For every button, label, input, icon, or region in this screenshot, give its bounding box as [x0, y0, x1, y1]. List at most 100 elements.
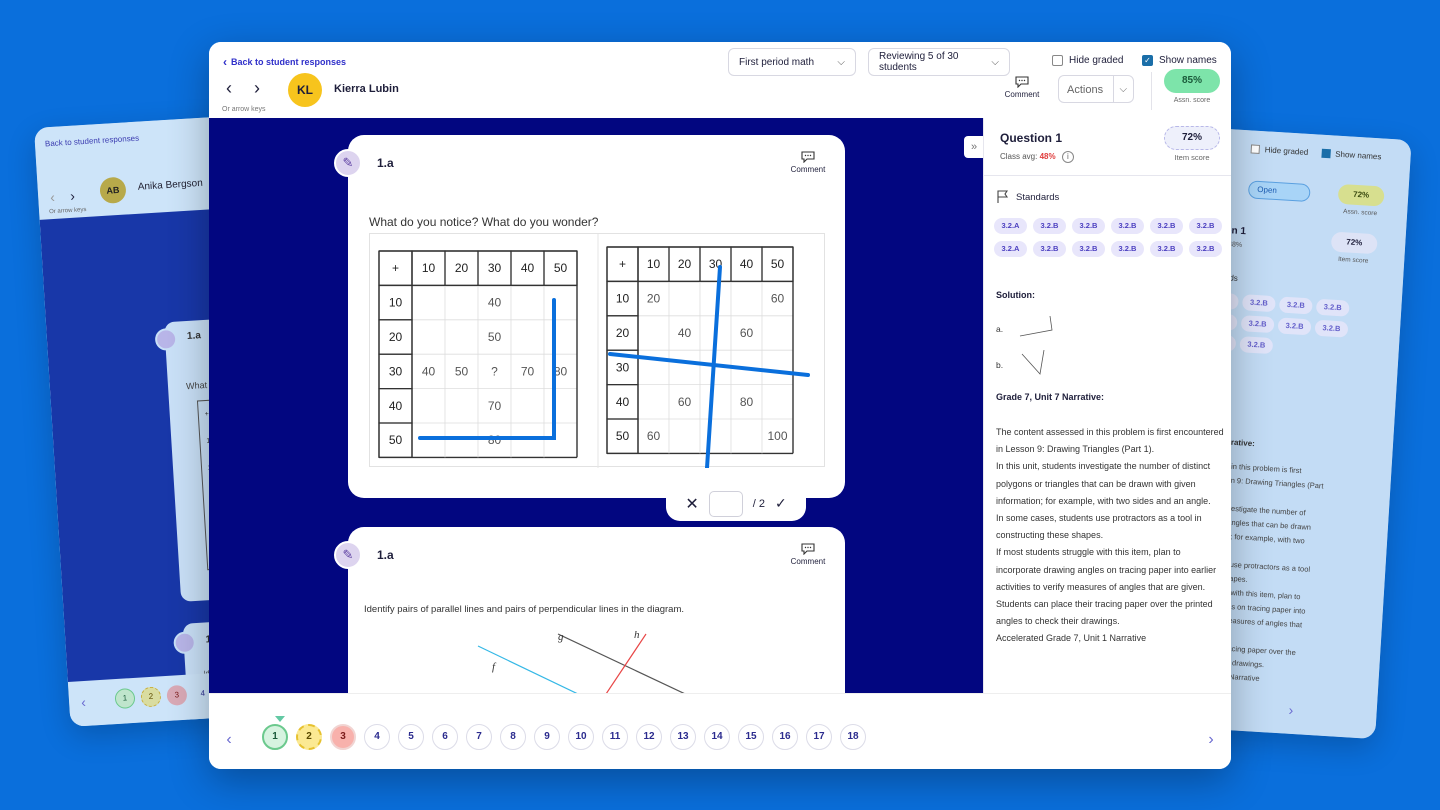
table-right-cell-value: 60 — [771, 292, 785, 306]
question-bubble-9[interactable]: 9 — [534, 724, 560, 750]
table-left-cell-value: 70 — [521, 364, 535, 378]
hide-graded-label: Hide graded — [1069, 55, 1124, 66]
question-bubble-4[interactable]: 4 — [364, 724, 390, 750]
lines-diagram: f g h — [477, 629, 685, 693]
annotation-stroke-2 — [705, 265, 722, 470]
pencil-icon[interactable]: ✎ — [334, 149, 362, 177]
table-left-cell-value: ? — [491, 364, 498, 378]
question-bubble-12[interactable]: 12 — [636, 724, 662, 750]
question-label: 1.a — [377, 156, 394, 170]
standard-chip[interactable]: 3.2.B — [1072, 241, 1105, 257]
class-average-value: 48% — [1039, 152, 1056, 161]
collapse-panel-button[interactable]: » — [964, 136, 984, 158]
prev-questions-button[interactable]: ‹ — [219, 731, 239, 749]
next-student-button[interactable]: › — [247, 78, 267, 100]
question-bubble-5[interactable]: 5 — [398, 724, 424, 750]
question-bubble-13[interactable]: 13 — [670, 724, 696, 750]
standard-chip[interactable]: 3.2.B — [1033, 218, 1066, 234]
table-right-cell-value: 100 — [767, 429, 787, 443]
standards-title: Standards — [1016, 191, 1060, 203]
question-text: What do you notice? What do you wonder? — [369, 215, 599, 229]
card-comment-label: Comment — [790, 557, 826, 566]
question-label: 1.a — [377, 548, 394, 562]
table-left-cell-value: 20 — [389, 330, 403, 344]
score-input[interactable] — [708, 490, 743, 517]
hide-graded-toggle[interactable]: Hide graded — [1052, 55, 1123, 66]
question-bubble-11[interactable]: 11 — [602, 724, 628, 750]
ghost-pencil-icon — [154, 327, 178, 351]
ghost-item-score: 72% — [1330, 231, 1378, 255]
hide-graded-checkbox[interactable] — [1052, 55, 1063, 66]
table-left-cell-value: 30 — [389, 364, 403, 378]
standard-chip[interactable]: 3.2.B — [1033, 241, 1066, 257]
ghost-student-name: Anika Bergson — [137, 177, 204, 193]
ghost-q-label: 1.a — [186, 330, 202, 343]
item-score-badge[interactable]: 72% — [1164, 126, 1220, 150]
ghost-bubble-3: 3 — [166, 684, 188, 706]
show-names-checkbox[interactable]: ✓ — [1142, 55, 1153, 66]
question-bubble-3[interactable]: 3 — [330, 724, 356, 750]
comment-button[interactable]: Comment — [999, 76, 1045, 99]
line-label-f: f — [492, 661, 497, 673]
back-link-label: Back to student responses — [231, 57, 347, 67]
show-names-toggle[interactable]: ✓ Show names — [1142, 55, 1217, 66]
ghost-bubble-2: 2 — [140, 686, 162, 708]
angle-a-drawing — [1019, 315, 1053, 337]
table-left-cell-value: 40 — [422, 364, 436, 378]
info-icon[interactable]: i — [1061, 151, 1074, 163]
next-questions-button[interactable]: › — [1201, 731, 1221, 749]
standard-chip[interactable]: 3.2.B — [1111, 241, 1144, 257]
question-text: Identify pairs of parallel lines and pai… — [364, 604, 685, 615]
question-bubble-2[interactable]: 2 — [296, 724, 322, 750]
question-bubble-7[interactable]: 7 — [466, 724, 492, 750]
ghost-foot-next-icon: › — [1288, 701, 1294, 719]
question-bubble-6[interactable]: 6 — [432, 724, 458, 750]
question-bubble-18[interactable]: 18 — [840, 724, 866, 750]
mark-incorrect-button[interactable]: ✕ — [685, 494, 698, 514]
show-names-label: Show names — [1159, 55, 1217, 66]
table-right-cell-value: 60 — [740, 326, 754, 340]
question-bubble-16[interactable]: 16 — [772, 724, 798, 750]
actions-menu[interactable]: Actions ⌵ — [1058, 75, 1134, 103]
ghost-pencil-icon-2 — [173, 631, 197, 655]
item-score-label: Item score — [1174, 153, 1210, 162]
responses-area[interactable]: ✎ 1.a Comment What do you notice? What d… — [209, 118, 983, 693]
card-comment-button[interactable]: Comment — [785, 151, 831, 174]
prev-student-button[interactable]: ‹ — [219, 78, 239, 100]
back-link[interactable]: ‹ Back to student responses — [223, 55, 346, 69]
table-right-cell-value: 40 — [678, 326, 692, 340]
standard-chip[interactable]: 3.2.A — [994, 241, 1027, 257]
review-select[interactable]: Reviewing 5 of 30 students ⌵ — [868, 48, 1010, 76]
review-select-value: Reviewing 5 of 30 students — [879, 51, 959, 73]
standard-chip[interactable]: 3.2.B — [1189, 241, 1222, 257]
question-bubble-1[interactable]: 1 — [262, 724, 288, 750]
standard-chip[interactable]: 3.2.B — [1150, 241, 1183, 257]
standard-chip[interactable]: 3.2.B — [1111, 218, 1144, 234]
standard-chip[interactable]: 3.2.B — [1150, 218, 1183, 234]
table-right-header-label: 10 — [647, 257, 661, 271]
question-bubble-14[interactable]: 14 — [704, 724, 730, 750]
table-right-header-label: + — [619, 257, 626, 271]
assignment-score-badge[interactable]: 85% — [1164, 69, 1220, 93]
flag-icon — [997, 190, 1009, 203]
ghost-prev-icon: ‹ — [49, 188, 56, 206]
ghost-assn-label: Assn. score — [1342, 208, 1378, 218]
question-bubble-8[interactable]: 8 — [500, 724, 526, 750]
avatar: KL — [288, 73, 322, 107]
standard-chip[interactable]: 3.2.B — [1072, 218, 1105, 234]
card-comment-label: Comment — [790, 165, 826, 174]
card-comment-button[interactable]: Comment — [785, 543, 831, 566]
mark-correct-button[interactable]: ✓ — [775, 495, 787, 512]
pencil-icon[interactable]: ✎ — [334, 541, 362, 569]
table-left-cell-value: 50 — [455, 364, 469, 378]
nav-hint: Or arrow keys — [222, 106, 266, 113]
class-select[interactable]: First period math ⌵ — [728, 48, 856, 76]
chevron-down-icon: ⌵ — [1119, 83, 1128, 95]
question-bubble-17[interactable]: 17 — [806, 724, 832, 750]
ghost-show-names-checkbox — [1320, 148, 1331, 159]
question-bubble-15[interactable]: 15 — [738, 724, 764, 750]
question-bubble-10[interactable]: 10 — [568, 724, 594, 750]
standard-chip[interactable]: 3.2.A — [994, 218, 1027, 234]
standard-chip[interactable]: 3.2.B — [1189, 218, 1222, 234]
table-left-header-label: 20 — [455, 261, 469, 275]
